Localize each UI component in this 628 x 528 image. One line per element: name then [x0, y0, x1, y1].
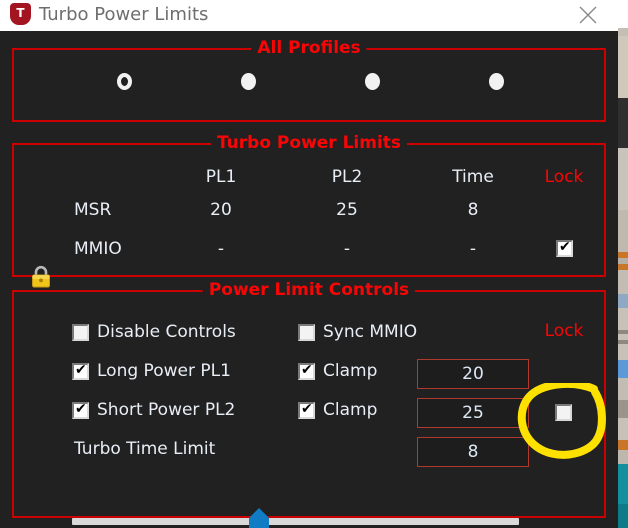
- sync-mmio-label: Sync MMIO: [323, 322, 418, 342]
- mmio-pl2-value: -: [343, 239, 351, 259]
- column-header-pl1: PL1: [205, 167, 237, 187]
- pl1-value-input[interactable]: 20: [417, 359, 529, 389]
- title-bar: T Turbo Power Limits: [0, 0, 618, 31]
- turbo-time-limit-label: Turbo Time Limit: [74, 439, 216, 459]
- clamp-pl1-label: Clamp: [323, 361, 378, 381]
- background-desktop: [618, 0, 628, 528]
- turbo-power-limits-group-title: Turbo Power Limits: [210, 133, 408, 153]
- msr-pl2-value: 25: [336, 200, 358, 220]
- controls-lock-header: Lock: [544, 321, 584, 341]
- radio-profile-1[interactable]: [117, 73, 132, 90]
- screenshot-root: T Turbo Power Limits All Profiles Turbo …: [0, 0, 628, 528]
- window-title: Turbo Power Limits: [39, 4, 209, 25]
- check-icon: ✔: [75, 401, 87, 417]
- radio-profile-3[interactable]: [365, 73, 380, 90]
- check-icon: ✔: [301, 362, 313, 378]
- lock-checkbox-pl1[interactable]: [555, 404, 572, 421]
- sync-mmio-checkbox[interactable]: [298, 324, 315, 341]
- padlock-icon: [30, 265, 52, 289]
- check-icon: ✔: [75, 362, 87, 378]
- all-profiles-group-title: All Profiles: [251, 38, 367, 58]
- check-icon: ✔: [559, 239, 571, 255]
- app-icon: T: [10, 3, 31, 25]
- column-header-pl2: PL2: [331, 167, 363, 187]
- client-area: All Profiles Turbo Power Limits PL1 PL2 …: [0, 31, 618, 528]
- radio-profile-2[interactable]: [241, 73, 256, 90]
- radio-profile-4[interactable]: [489, 73, 504, 90]
- disable-controls-checkbox[interactable]: [72, 324, 89, 341]
- turbo-power-limits-window: T Turbo Power Limits All Profiles Turbo …: [0, 0, 618, 528]
- long-power-pl1-checkbox[interactable]: ✔: [72, 362, 89, 380]
- column-header-lock: Lock: [544, 167, 584, 187]
- msr-time-value: 8: [467, 200, 479, 220]
- turbo-time-limit-input[interactable]: 8: [417, 437, 529, 467]
- long-power-pl1-label: Long Power PL1: [97, 361, 231, 381]
- short-power-pl2-label: Short Power PL2: [97, 400, 236, 420]
- short-power-pl2-checkbox[interactable]: ✔: [72, 401, 89, 419]
- clamp-pl1-checkbox[interactable]: ✔: [298, 362, 315, 380]
- power-limit-controls-group-title: Power Limit Controls: [202, 280, 416, 300]
- row-label-msr: MSR: [74, 200, 112, 220]
- disable-controls-label: Disable Controls: [97, 322, 236, 342]
- mmio-pl1-value: -: [217, 239, 225, 259]
- msr-pl1-value: 20: [210, 200, 232, 220]
- column-header-time: Time: [452, 167, 494, 187]
- clamp-pl2-checkbox[interactable]: ✔: [298, 401, 315, 419]
- power-limit-controls-group: Power Limit Controls Lock Disable Contro…: [12, 280, 606, 518]
- check-icon: ✔: [301, 401, 313, 417]
- turbo-power-limits-group: Turbo Power Limits PL1 PL2 Time Lock MSR…: [12, 133, 606, 277]
- row-label-mmio: MMIO: [74, 239, 122, 259]
- close-button[interactable]: [566, 0, 610, 31]
- all-profiles-group: All Profiles: [12, 38, 606, 122]
- mmio-lock-checkbox[interactable]: ✔: [556, 239, 573, 257]
- close-icon: [579, 6, 597, 24]
- mmio-time-value: -: [469, 239, 477, 259]
- pl2-value-input[interactable]: 25: [417, 398, 529, 428]
- turbo-time-slider-track[interactable]: [72, 518, 519, 525]
- turbo-time-slider-thumb[interactable]: [247, 508, 271, 528]
- clamp-pl2-label: Clamp: [323, 400, 378, 420]
